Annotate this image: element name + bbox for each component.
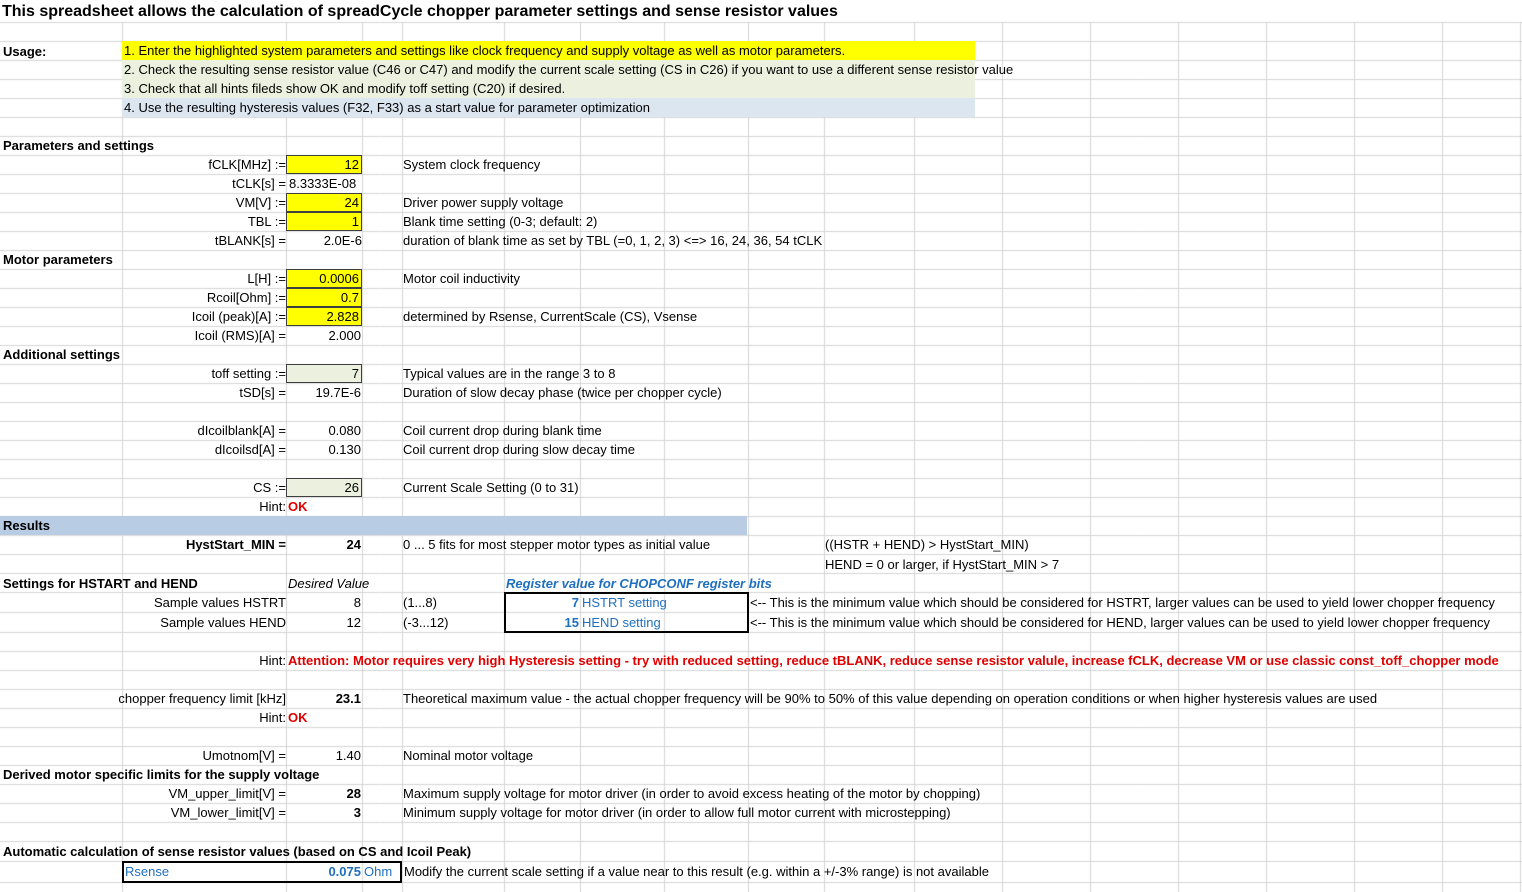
results-header: Results (3, 518, 50, 533)
hend-desired-value: 12 (346, 615, 361, 630)
vm-lower-value: 3 (353, 805, 361, 820)
hyststart-value: 24 (346, 537, 361, 552)
vm-upper-label: VM_upper_limit[V] = (168, 786, 286, 801)
usage-step-3: 3. Check that all hints fileds show OK a… (124, 81, 566, 96)
vm-lower-desc: Minimum supply voltage for motor driver … (403, 805, 951, 820)
motor-header: Motor parameters (3, 252, 113, 267)
tbl-input[interactable]: 1 (286, 212, 362, 231)
vm-upper-value: 28 (346, 786, 361, 801)
vm-input[interactable]: 24 (286, 193, 362, 212)
vm-lower-label: VM_lower_limit[V] = (170, 805, 286, 820)
rsense-desc: Modify the current scale setting if a va… (404, 864, 989, 879)
sheet-title: This spreadsheet allows the calculation … (2, 3, 838, 20)
hend-note: <-- This is the minimum value which shou… (750, 615, 1491, 630)
settings-header: Settings for HSTART and HEND (3, 576, 198, 591)
tclk-value: 8.3333E-08 (289, 176, 357, 191)
cs-desc: Current Scale Setting (0 to 31) (403, 480, 579, 495)
vm-upper-desc: Maximum supply voltage for motor driver … (403, 786, 981, 801)
usage-step-4: 4. Use the resulting hysteresis values (… (124, 100, 651, 115)
hysteresis-hint-label: Hint: (259, 653, 286, 668)
inductivity-input[interactable]: 0.0006 (286, 269, 362, 288)
rcoil-input[interactable]: 0.7 (286, 288, 362, 307)
rcoil-label: Rcoil[Ohm] := (206, 290, 286, 305)
hend-label: Sample values HEND (160, 615, 286, 630)
usage-step-1: 1. Enter the highlighted system paramete… (124, 43, 846, 58)
umotnom-label: Umotnom[V] = (202, 748, 286, 763)
dicoilblank-value: 0.080 (328, 423, 361, 438)
params-header: Parameters and settings (3, 138, 155, 153)
register-value-header: Register value for CHOPCONF register bit… (506, 576, 772, 591)
register-value-box (504, 592, 749, 633)
hyststart-label: HystStart_MIN = (185, 537, 286, 552)
usage-step-2: 2. Check the resulting sense resistor va… (124, 62, 1014, 77)
icoil-rms-value: 2.000 (328, 328, 361, 343)
derived-limits-header: Derived motor specific limits for the su… (3, 767, 320, 782)
rsense-unit: Ohm (364, 864, 393, 879)
tbl-label: TBL := (247, 214, 286, 229)
hstrt-note: <-- This is the minimum value which shou… (750, 595, 1495, 610)
cs-hint-label: Hint: (259, 499, 286, 514)
desired-value-header: Desired Value (288, 576, 370, 591)
icoil-peak-desc: determined by Rsense, CurrentScale (CS),… (403, 309, 698, 324)
hyststart-note-2: HEND = 0 or larger, if HystStart_MIN > 7 (825, 557, 1060, 572)
dicoilsd-label: dIcoilsd[A] = (214, 442, 286, 457)
chopper-hint-value: OK (288, 710, 308, 725)
dicoilblank-label: dIcoilblank[A] = (197, 423, 286, 438)
cs-label: CS := (253, 480, 286, 495)
toff-input[interactable]: 7 (286, 364, 362, 383)
hstrt-desired-value: 8 (353, 595, 361, 610)
auto-calc-header: Automatic calculation of sense resistor … (3, 844, 472, 859)
dicoilsd-value: 0.130 (328, 442, 361, 457)
inductivity-desc: Motor coil inductivity (403, 271, 521, 286)
hyststart-desc: 0 ... 5 fits for most stepper motor type… (403, 537, 711, 552)
tblank-desc: duration of blank time as set by TBL (=0… (403, 233, 823, 248)
tblank-value: 2.0E-6 (323, 233, 362, 248)
hend-range: (-3...12) (403, 615, 449, 630)
hstrt-range: (1...8) (403, 595, 437, 610)
inductivity-label: L[H] := (247, 271, 286, 286)
umotnom-desc: Nominal motor voltage (403, 748, 534, 763)
cs-input[interactable]: 26 (286, 478, 362, 497)
fclk-input[interactable]: 12 (286, 155, 362, 174)
icoil-rms-label: Icoil (RMS)[A] = (194, 328, 286, 343)
umotnom-value: 1.40 (335, 748, 361, 763)
vm-desc: Driver power supply voltage (403, 195, 564, 210)
tsd-value: 19.7E-6 (315, 385, 361, 400)
chopper-frequency-value: 23.1 (335, 691, 361, 706)
rsense-value: 0.075 (328, 864, 361, 879)
chopper-hint-label: Hint: (259, 710, 286, 725)
results-header-bar (0, 516, 747, 535)
tbl-desc: Blank time setting (0-3; default: 2) (403, 214, 598, 229)
chopper-frequency-label: chopper frequency limit [kHz] (118, 691, 286, 706)
icoil-peak-label: Icoil (peak)[A] := (191, 309, 286, 324)
hstrt-label: Sample values HSTRT (154, 595, 286, 610)
toff-label: toff setting := (211, 366, 286, 381)
tclk-label: tCLK[s] = (232, 176, 286, 191)
dicoilblank-desc: Coil current drop during blank time (403, 423, 602, 438)
dicoilsd-desc: Coil current drop during slow decay time (403, 442, 635, 457)
chopper-frequency-desc: Theoretical maximum value - the actual c… (403, 691, 1378, 706)
additional-header: Additional settings (3, 347, 120, 362)
tsd-desc: Duration of slow decay phase (twice per … (403, 385, 722, 400)
tblank-label: tBLANK[s] = (214, 233, 286, 248)
icoil-peak-input[interactable]: 2.828 (286, 307, 362, 326)
rsense-label: Rsense (125, 864, 170, 879)
tsd-label: tSD[s] = (239, 385, 286, 400)
usage-label: Usage: (3, 44, 47, 59)
vm-label: VM[V] := (235, 195, 286, 210)
hysteresis-hint-attention: Attention: Motor requires very high Hyst… (288, 653, 1499, 668)
cs-hint-value: OK (288, 499, 308, 514)
fclk-label: fCLK[MHz] := (208, 157, 286, 172)
toff-desc: Typical values are in the range 3 to 8 (403, 366, 616, 381)
fclk-desc: System clock frequency (403, 157, 541, 172)
hyststart-note-1: ((HSTR + HEND) > HystStart_MIN) (825, 537, 1029, 552)
